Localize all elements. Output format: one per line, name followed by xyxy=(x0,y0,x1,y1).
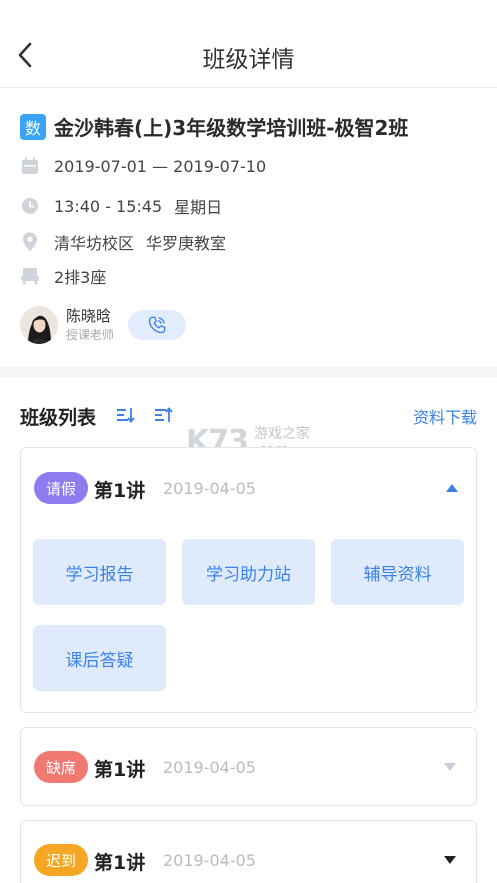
seat-icon xyxy=(20,266,40,286)
teacher-name: 陈晓晗 xyxy=(66,307,112,325)
teacher-info: 陈晓晗 授课老师 xyxy=(66,306,114,344)
phone-icon xyxy=(148,316,166,334)
sort-ascending-icon[interactable] xyxy=(114,404,136,426)
caret-down-icon xyxy=(444,856,456,864)
lesson-card-header[interactable]: 请假 第1讲 2019-04-05 xyxy=(21,448,478,526)
campus-name: 清华坊校区 xyxy=(54,234,135,253)
lesson-date: 2019-04-05 xyxy=(163,479,256,498)
location-icon xyxy=(20,232,40,252)
teacher-role: 授课老师 xyxy=(66,328,115,342)
course-weekday: 星期日 xyxy=(174,198,223,217)
room-name: 华罗庚教室 xyxy=(146,234,227,253)
expand-toggle[interactable] xyxy=(438,755,462,779)
class-info-panel: 数 金沙韩春(上)3年级数学培训班-极智2班 2019-07-01 — 2019… xyxy=(0,88,497,367)
course-date-range: 2019-07-01 — 2019-07-10 xyxy=(54,156,267,176)
teacher-avatar xyxy=(20,306,58,344)
status-badge: 迟到 xyxy=(34,844,88,876)
date-row: 2019-07-01 — 2019-07-10 xyxy=(20,156,266,176)
lesson-date: 2019-04-05 xyxy=(163,851,256,870)
collapse-toggle[interactable] xyxy=(440,476,464,500)
class-list-title: 班级列表 xyxy=(20,407,97,429)
watermark-line1: 游戏之家 xyxy=(254,425,310,442)
time-row: 13:40 - 15:45 星期日 xyxy=(20,194,222,218)
page-title: 班级详情 xyxy=(202,47,295,73)
lesson-date: 2019-04-05 xyxy=(163,758,256,777)
seat-position: 2排3座 xyxy=(54,268,107,287)
tutoring-materials-button[interactable]: 辅导资料 xyxy=(331,539,464,605)
course-title-row: 数 金沙韩春(上)3年级数学培训班-极智2班 xyxy=(20,112,408,141)
clock-icon xyxy=(20,196,40,216)
lesson-card: 请假 第1讲 2019-04-05 学习报告 学习助力站 辅导资料 课后答疑 xyxy=(20,447,477,713)
download-materials-link[interactable]: 资料下载 xyxy=(413,404,477,428)
course-time: 13:40 - 15:45 xyxy=(54,196,163,216)
study-help-station-button[interactable]: 学习助力站 xyxy=(182,539,315,605)
calendar-icon xyxy=(20,156,40,176)
caret-down-icon xyxy=(444,763,456,771)
study-report-button[interactable]: 学习报告 xyxy=(33,539,166,605)
lesson-name: 第1讲 xyxy=(94,480,146,502)
lesson-card[interactable]: 迟到 第1讲 2019-04-05 xyxy=(20,820,477,883)
lesson-name: 第1讲 xyxy=(94,759,146,781)
location-row: 清华坊校区 华罗庚教室 xyxy=(20,230,226,254)
call-teacher-button[interactable] xyxy=(128,310,187,340)
lesson-card[interactable]: 缺席 第1讲 2019-04-05 xyxy=(20,727,477,806)
status-badge: 缺席 xyxy=(34,751,88,783)
caret-up-icon xyxy=(446,484,458,492)
sort-descending-icon[interactable] xyxy=(152,404,174,426)
section-divider xyxy=(0,367,497,377)
seat-row: 2排3座 xyxy=(20,264,106,288)
after-class-qa-button[interactable]: 课后答疑 xyxy=(33,625,166,691)
nav-bar: 班级详情 xyxy=(0,0,497,88)
course-title: 金沙韩春(上)3年级数学培训班-极智2班 xyxy=(54,116,409,140)
teacher-row: 陈晓晗 授课老师 xyxy=(20,306,187,344)
status-badge: 请假 xyxy=(34,472,88,504)
expand-toggle[interactable] xyxy=(438,848,462,872)
lesson-name: 第1讲 xyxy=(94,852,146,874)
subject-badge: 数 xyxy=(20,113,46,140)
